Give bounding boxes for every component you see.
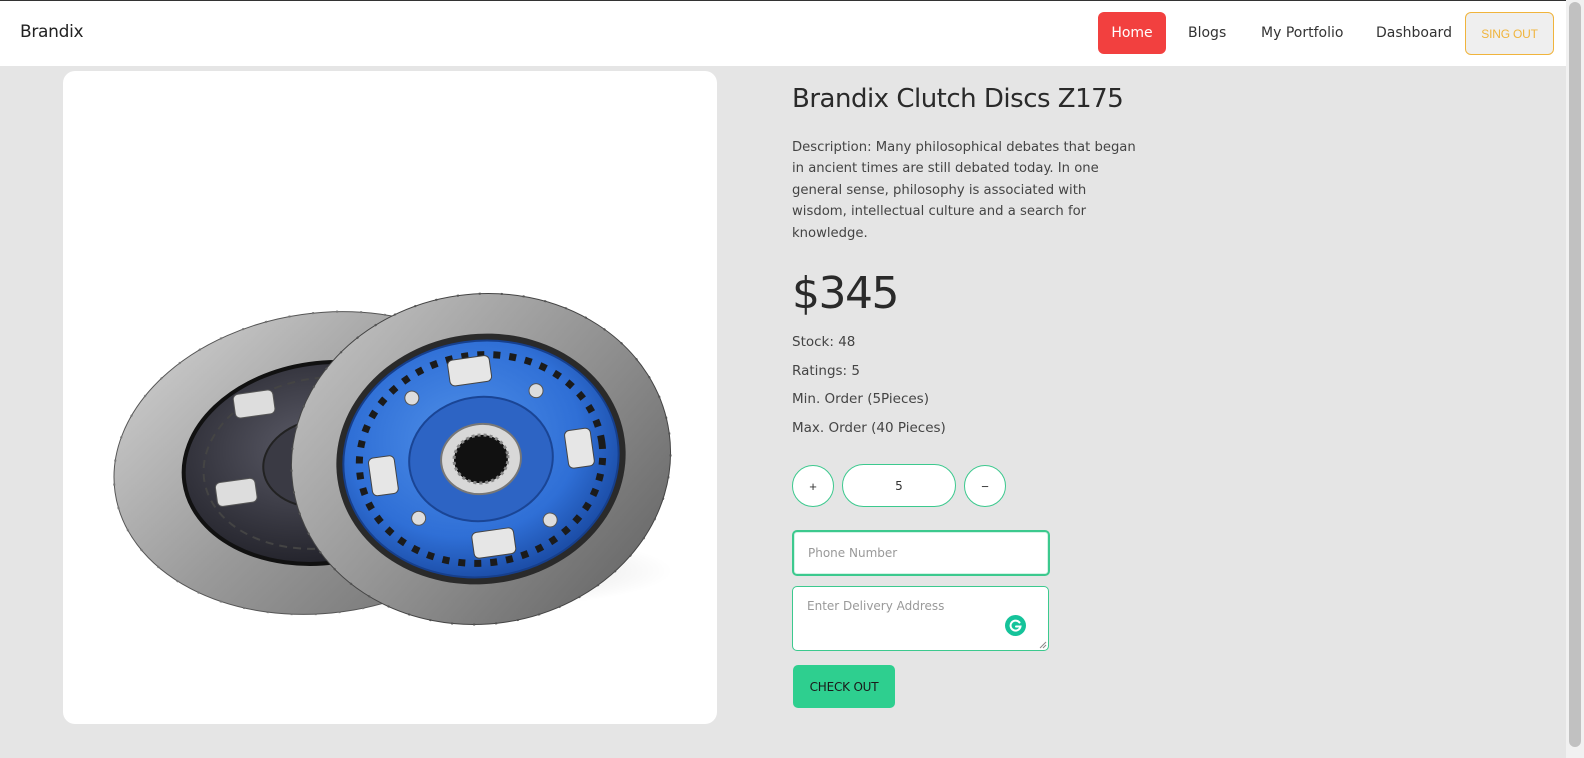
top-navbar: Brandix Home Blogs My Portfolio Dashboar… <box>0 0 1566 66</box>
scrollbar-thumb[interactable] <box>1569 2 1581 747</box>
phone-number-input[interactable] <box>792 530 1050 576</box>
product-price: $345 <box>792 268 899 319</box>
product-title: Brandix Clutch Discs Z175 <box>792 84 1124 114</box>
product-min-order: Min. Order (5Pieces) <box>792 391 929 407</box>
quantity-decrease-button[interactable]: − <box>964 465 1006 507</box>
nav-portfolio-link[interactable]: My Portfolio <box>1247 12 1357 54</box>
nav-home-link[interactable]: Home <box>1098 12 1166 54</box>
quantity-increase-button[interactable]: + <box>792 465 834 507</box>
resize-grip-icon[interactable] <box>1039 641 1047 649</box>
quantity-input[interactable] <box>842 464 956 507</box>
product-ratings: Ratings: 5 <box>792 363 860 379</box>
product-max-order: Max. Order (40 Pieces) <box>792 420 946 436</box>
product-description: Description: Many philosophical debates … <box>792 140 1136 241</box>
grammarly-icon[interactable] <box>1005 615 1026 636</box>
signout-button[interactable]: SING OUT <box>1465 12 1554 55</box>
nav-dashboard-link[interactable]: Dashboard <box>1362 12 1466 54</box>
brand-logo[interactable]: Brandix <box>20 22 84 42</box>
product-stock: Stock: 48 <box>792 334 856 350</box>
page-scrollbar[interactable] <box>1566 0 1584 758</box>
nav-blogs-link[interactable]: Blogs <box>1174 12 1240 54</box>
checkout-button[interactable]: CHECK OUT <box>793 665 895 708</box>
clutch-disc-image <box>112 292 673 626</box>
product-image-card <box>63 71 717 724</box>
